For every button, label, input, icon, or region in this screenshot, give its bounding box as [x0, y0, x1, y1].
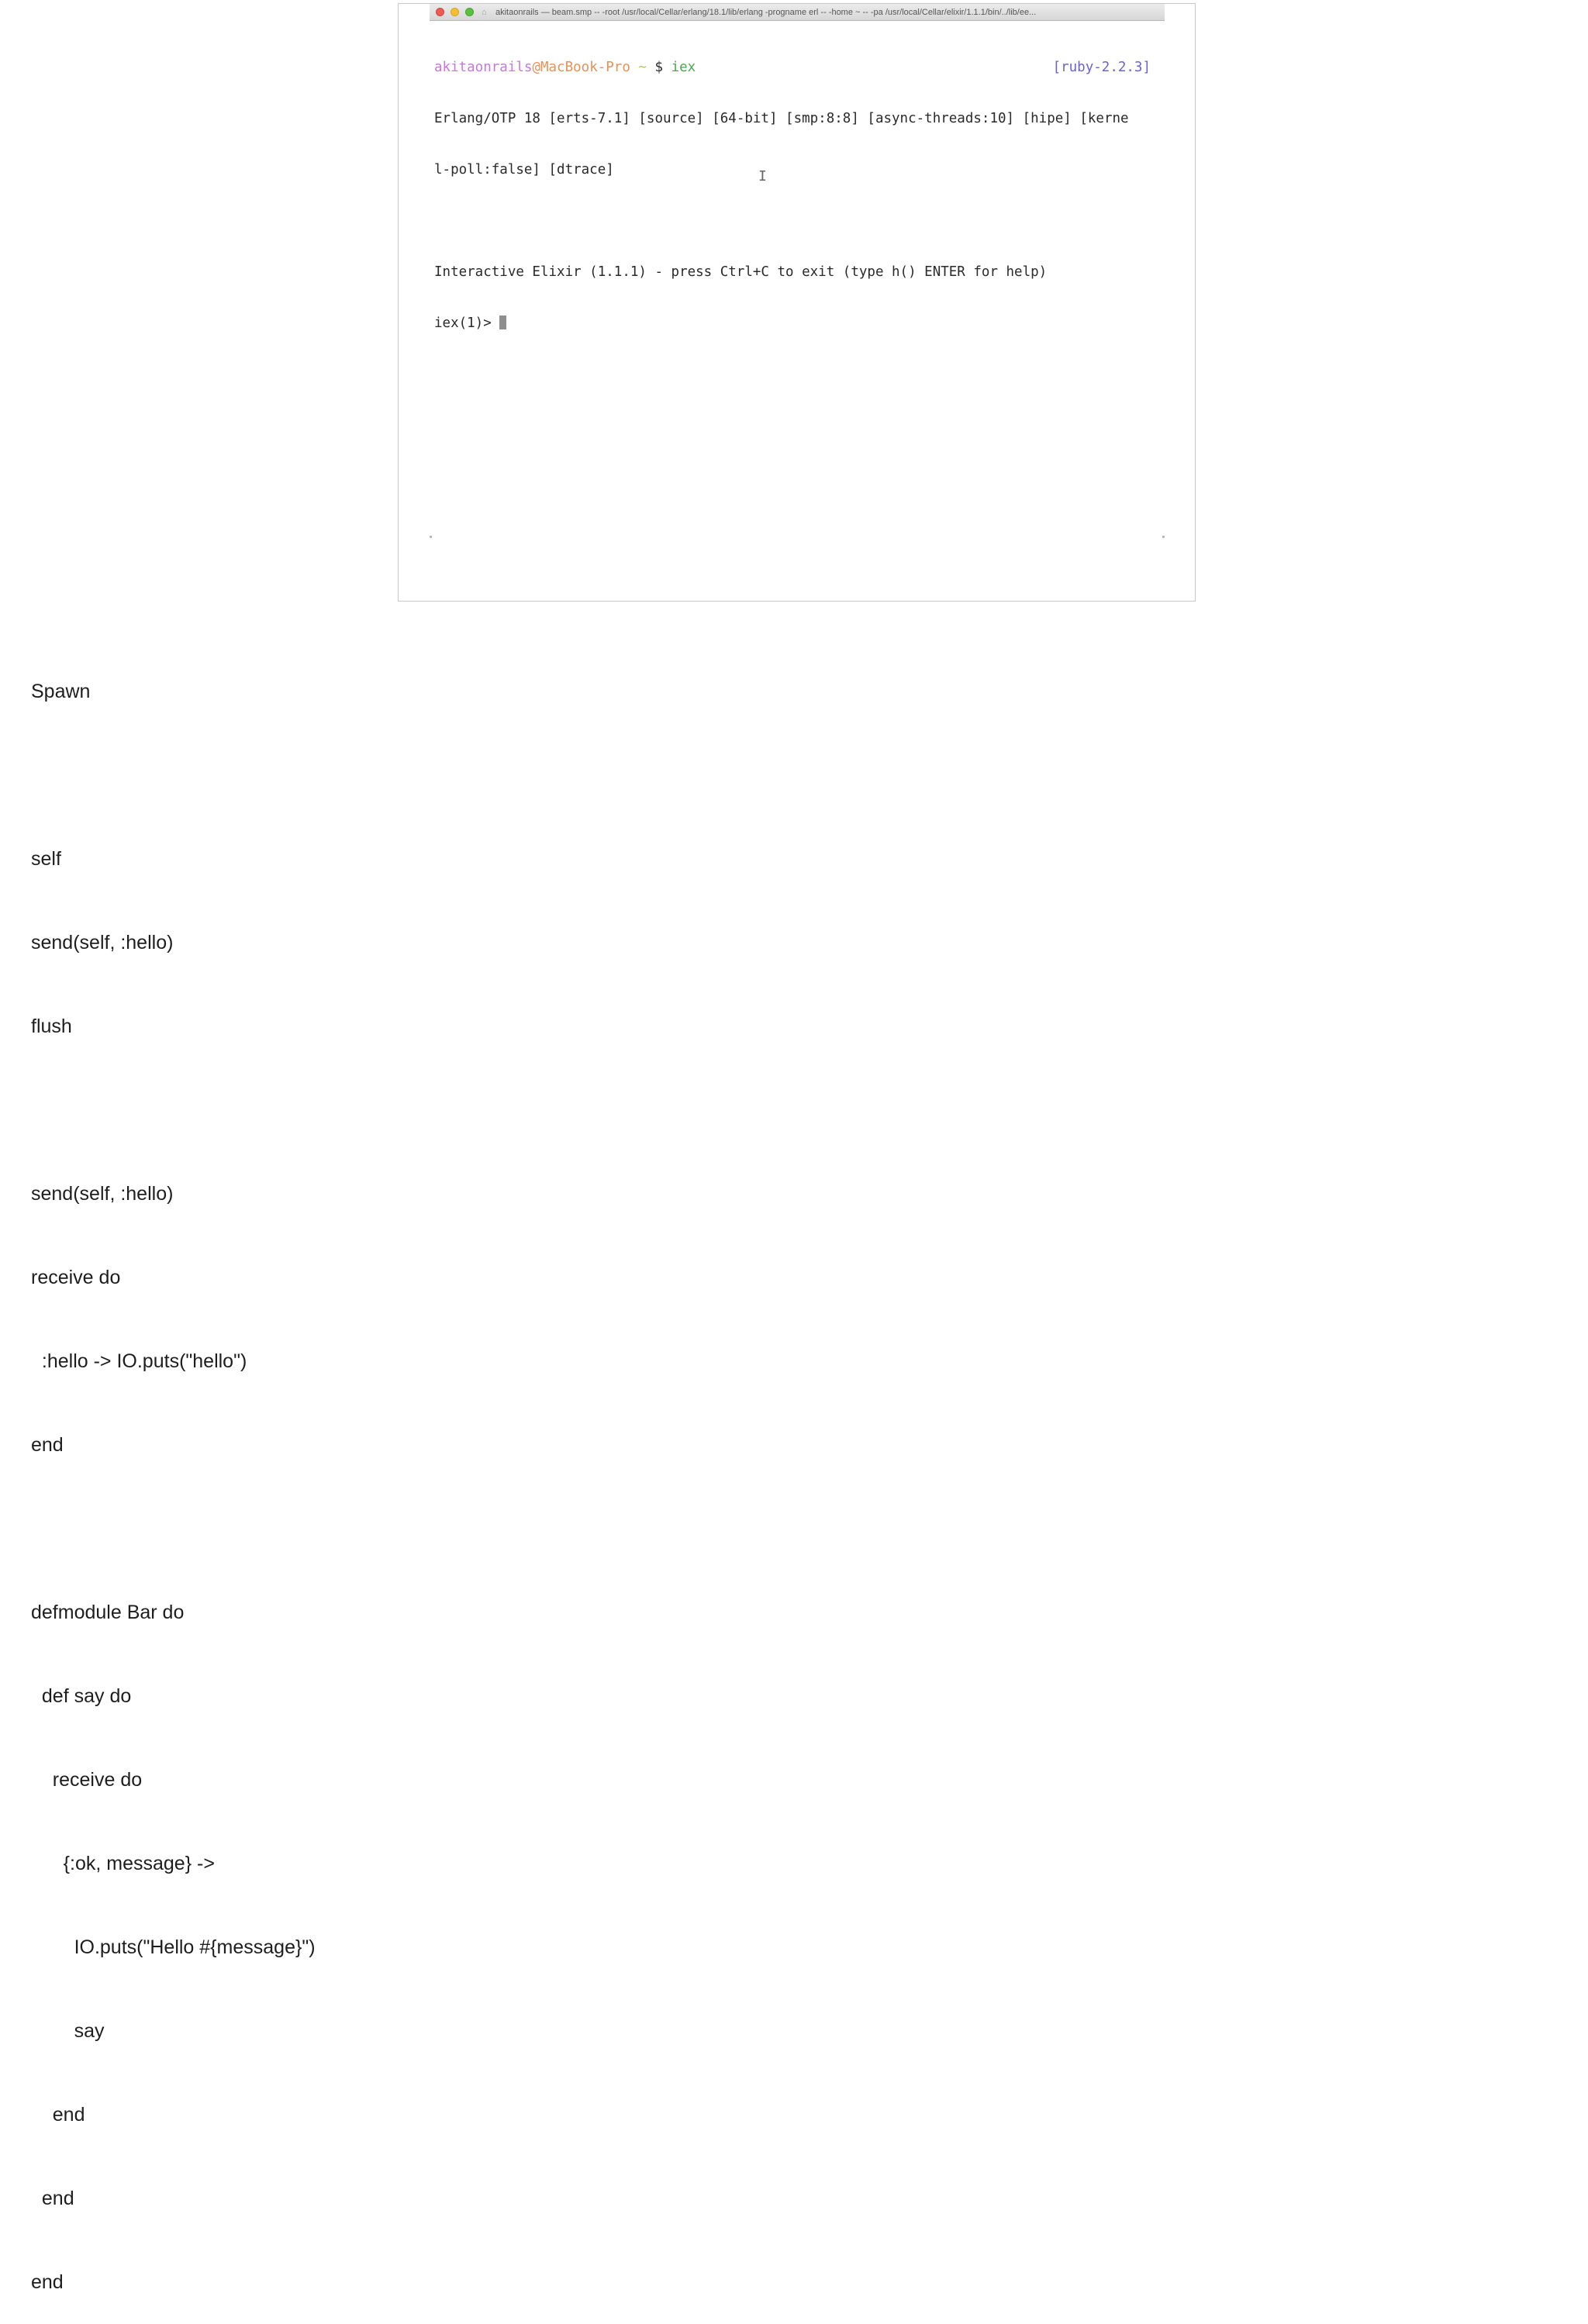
ibeam-cursor-icon: I	[758, 168, 767, 184]
prompt-user: akitaonrails	[434, 60, 533, 75]
notes-line: def say do	[31, 1685, 132, 1707]
notes-line: end	[31, 2271, 64, 2293]
notes-line: self	[31, 848, 61, 870]
prompt-directory: ~	[630, 60, 655, 75]
notes-line: IO.puts("Hello #{message}")	[31, 1936, 316, 1958]
prompt-command: iex	[671, 60, 696, 75]
notes-line: :hello -> IO.puts("hello")	[31, 1350, 247, 1372]
slide-notes: Spawn self send(self, :hello) flush send…	[31, 622, 316, 2324]
notes-line	[31, 1515, 316, 1543]
prompt-symbol: $	[654, 60, 671, 75]
ruby-version: [ruby-2.2.3]	[1052, 60, 1151, 75]
notes-line: end	[31, 1434, 64, 1456]
notes-line: flush	[31, 1015, 72, 1037]
shell-prompt-line: akitaonrails@MacBook-Pro ~ $ iex [ruby-2.…	[434, 59, 1165, 76]
notes-line: end	[31, 2188, 74, 2209]
prompt-host: MacBook-Pro	[540, 60, 630, 75]
notes-line	[31, 761, 316, 789]
notes-line: receive do	[31, 1267, 121, 1288]
iex-prompt-line[interactable]: iex(1)>	[434, 315, 1165, 332]
notes-line	[31, 1096, 316, 1124]
minimize-window-button[interactable]	[451, 8, 459, 16]
notes-line: defmodule Bar do	[31, 1602, 185, 1623]
window-title: akitaonrails — beam.smp -- -root /usr/lo…	[495, 8, 1037, 17]
notes-line: say	[31, 2020, 105, 2042]
home-folder-icon: ⌂	[482, 8, 487, 17]
prompt-at: @	[532, 60, 540, 75]
video-frame: ⌂ akitaonrails — beam.smp -- -root /usr/…	[398, 3, 1196, 602]
notes-line: receive do	[31, 1769, 143, 1791]
corner-mark	[430, 536, 432, 538]
corner-mark	[1162, 536, 1165, 538]
terminal-line: Erlang/OTP 18 [erts-7.1] [source] [64-bi…	[434, 111, 1129, 126]
terminal-line: l-poll:false] [dtrace]	[434, 162, 614, 178]
notes-line: end	[31, 2104, 85, 2126]
terminal-title-bar[interactable]: ⌂ akitaonrails — beam.smp -- -root /usr/…	[430, 4, 1165, 21]
terminal-line: Interactive Elixir (1.1.1) - press Ctrl+…	[434, 264, 1048, 280]
iex-prompt: iex(1)>	[434, 315, 500, 331]
terminal-window[interactable]: ⌂ akitaonrails — beam.smp -- -root /usr/…	[430, 4, 1165, 542]
notes-line: send(self, :hello)	[31, 1183, 174, 1205]
notes-line: send(self, :hello)	[31, 932, 174, 953]
notes-line: {:ok, message} ->	[31, 1853, 215, 1874]
close-window-button[interactable]	[436, 8, 444, 16]
notes-line: Spawn	[31, 681, 91, 702]
maximize-window-button[interactable]	[465, 8, 474, 16]
text-cursor	[499, 315, 507, 329]
terminal-output[interactable]: akitaonrails@MacBook-Pro ~ $ iex [ruby-2.…	[434, 25, 1165, 366]
